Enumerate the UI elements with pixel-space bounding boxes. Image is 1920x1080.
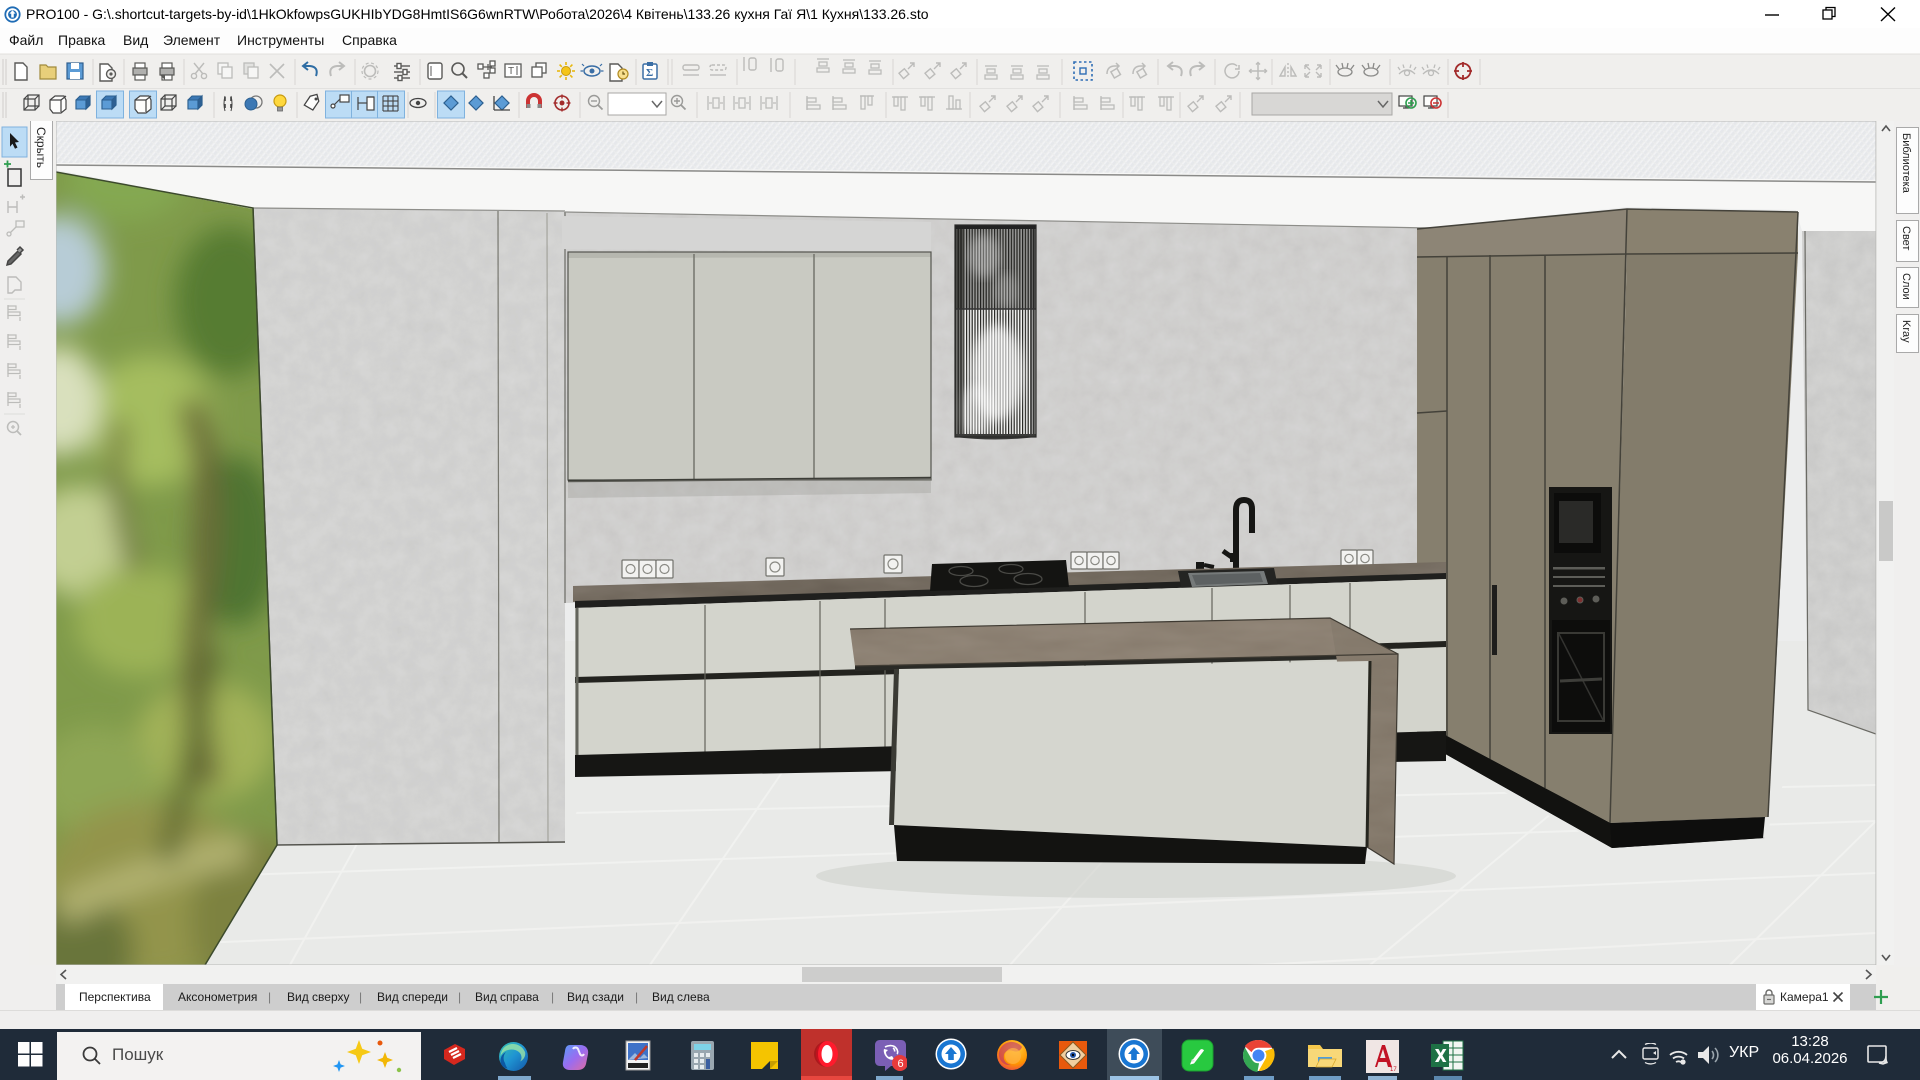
svg-text:17: 17 xyxy=(1390,1067,1397,1073)
svg-text:T: T xyxy=(508,66,514,77)
svg-text:6: 6 xyxy=(898,1058,904,1070)
svg-text:Σ: Σ xyxy=(646,67,653,79)
